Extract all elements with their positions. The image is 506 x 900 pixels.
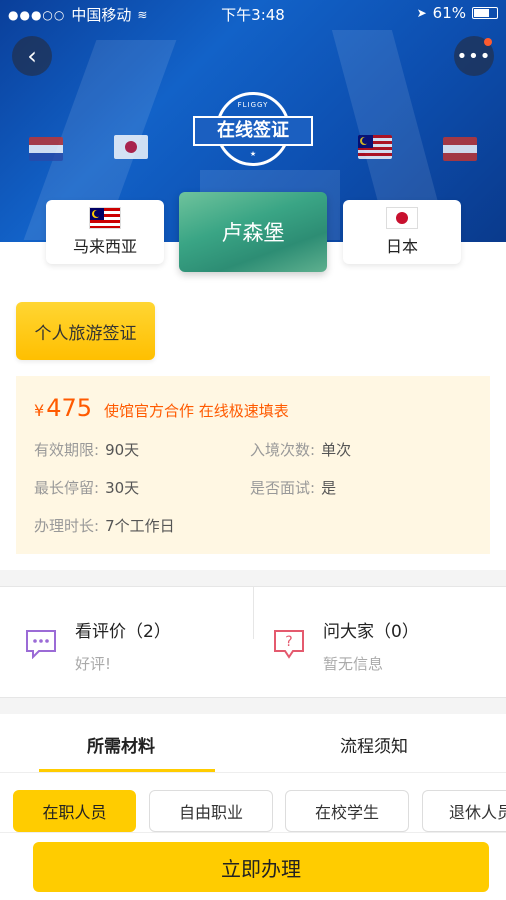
- bottom-action-bar: 立即办理: [0, 832, 506, 900]
- location-icon: ➤: [416, 6, 427, 20]
- battery-icon: [472, 7, 498, 19]
- svg-text:?: ?: [285, 634, 292, 650]
- qa-subtitle: 暂无信息: [323, 655, 384, 673]
- tab-materials[interactable]: 所需材料: [87, 732, 155, 757]
- field-interview: 是否面试: 是: [250, 479, 337, 497]
- austria-flag-icon: [443, 137, 477, 161]
- more-dots-icon: •••: [456, 45, 492, 67]
- country-name: 日本: [385, 237, 418, 256]
- reviews-qa-section: 看评价（2） 好评! ? 问大家（0） 暂无信息: [0, 586, 506, 698]
- badge-brand: FLIGGY: [237, 101, 269, 109]
- question-bubble-icon: ?: [274, 630, 304, 659]
- chip-student[interactable]: 在校学生: [285, 790, 409, 832]
- chip-employed[interactable]: 在职人员: [13, 790, 136, 832]
- status-bar: ●●●○○ 中国移动 ≋ 下午3:48 ➤ 61%: [0, 0, 506, 26]
- country-name: 马来西亚: [72, 237, 137, 256]
- field-entries: 入境次数: 单次: [250, 441, 352, 459]
- badge-title: 在线签证: [193, 116, 313, 146]
- applicant-type-chips: 在职人员 自由职业 在校学生 退休人员: [0, 790, 506, 834]
- visa-detail-page: ●●●○○ 中国移动 ≋ 下午3:48 ➤ 61% ‹ ••• FLIGGY 在…: [0, 0, 506, 900]
- chevron-left-icon: ‹: [27, 42, 37, 70]
- reviews-subtitle: 好评!: [75, 655, 112, 673]
- malaysia-flag-icon: [89, 207, 121, 229]
- apply-now-button[interactable]: 立即办理: [33, 842, 489, 892]
- malaysia-flag-icon: [358, 135, 392, 159]
- battery-percent: 61%: [432, 4, 466, 22]
- japan-flag-icon: [114, 135, 148, 159]
- divider: [253, 587, 254, 639]
- tab-process[interactable]: 流程须知: [340, 732, 408, 757]
- back-button[interactable]: ‹: [12, 36, 52, 76]
- field-processing-time: 办理时长: 7个工作日: [34, 517, 175, 535]
- qa-title: 问大家（0）: [323, 622, 419, 642]
- visa-info-box: ¥ 475 使馆官方合作 在线极速填表 有效期限: 90天 入境次数: 单次 最长停…: [16, 376, 490, 554]
- qa-entry[interactable]: ? 问大家（0） 暂无信息: [273, 617, 493, 677]
- chat-bubble-icon: [26, 630, 56, 659]
- reviews-entry[interactable]: 看评价（2） 好评!: [25, 617, 245, 677]
- badge-stars: ★: [249, 150, 257, 158]
- more-button[interactable]: •••: [454, 36, 494, 76]
- chip-freelancer[interactable]: 自由职业: [149, 790, 273, 832]
- visa-type-button[interactable]: 个人旅游签证: [16, 302, 155, 360]
- price-currency: ¥: [34, 401, 45, 420]
- divider: [0, 772, 506, 773]
- notification-dot: [484, 38, 492, 46]
- field-max-stay: 最长停留: 30天: [34, 479, 140, 497]
- reviews-title: 看评价（2）: [75, 622, 171, 642]
- japan-flag-icon: [386, 207, 418, 229]
- field-validity: 有效期限: 90天: [34, 441, 140, 459]
- online-visa-badge: FLIGGY 在线签证 ★: [193, 92, 313, 170]
- country-name: 卢森堡: [221, 221, 285, 245]
- country-card-malaysia[interactable]: 马来西亚: [46, 200, 164, 264]
- country-card-japan[interactable]: 日本: [343, 200, 461, 264]
- netherlands-flag-icon: [29, 137, 63, 161]
- chip-retired[interactable]: 退休人员: [422, 790, 506, 832]
- price-amount: 475: [46, 394, 92, 422]
- country-card-luxembourg-selected[interactable]: 卢森堡: [179, 192, 327, 272]
- price-tagline: 使馆官方合作 在线极速填表: [104, 402, 289, 420]
